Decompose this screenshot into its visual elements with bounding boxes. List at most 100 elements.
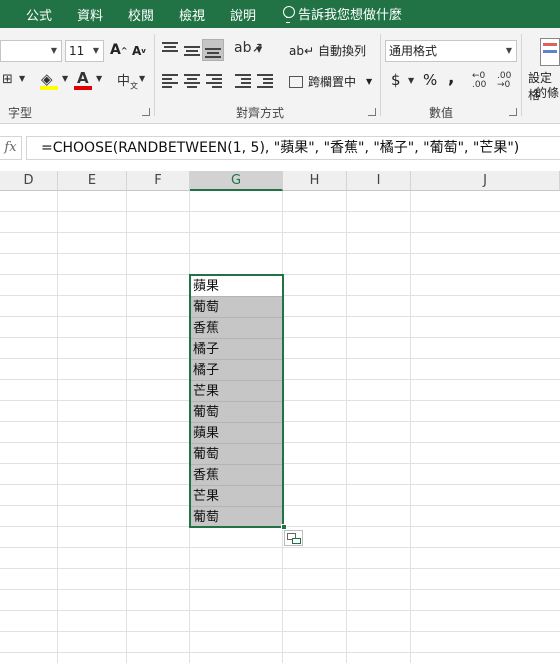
gridline: [0, 547, 560, 548]
gridline: [346, 191, 347, 663]
decrease-font-icon[interactable]: Av: [132, 44, 146, 58]
column-header-f[interactable]: F: [127, 171, 190, 191]
column-header-h[interactable]: H: [283, 171, 347, 191]
lightbulb-icon: [282, 5, 295, 23]
alignment-dialog-launcher-icon[interactable]: [368, 108, 376, 116]
middle-align-icon[interactable]: [184, 44, 200, 58]
increase-decimal-icon[interactable]: ←0.00: [472, 72, 486, 90]
formula-input[interactable]: =CHOOSE(RANDBETWEEN(1, 5), "蘋果", "香蕉", "…: [26, 136, 560, 160]
chevron-down-icon[interactable]: ▼: [408, 76, 414, 85]
column-header-i[interactable]: I: [347, 171, 411, 191]
font-size-dropdown[interactable]: 11 ▼: [65, 40, 104, 62]
ribbon-separator: [380, 34, 381, 116]
cell-g11[interactable]: 芒果: [190, 486, 282, 507]
decrease-decimal-icon[interactable]: .00 →0: [497, 72, 511, 90]
conditional-formatting-icon[interactable]: [540, 38, 560, 66]
cell-g9[interactable]: 葡萄: [190, 444, 282, 465]
number-group-label: 數值: [429, 106, 454, 120]
chevron-down-icon[interactable]: ▼: [96, 74, 102, 83]
align-right-icon[interactable]: [206, 74, 222, 88]
tab-view[interactable]: 檢視: [179, 5, 205, 24]
ribbon: ▼ 11 ▼ A^ Av ⊞ ▼ ◈ ▼ A ▼ 中文 ▼ 字型 ab↗ ▼: [0, 28, 560, 124]
gridline: [0, 274, 560, 275]
font-name-dropdown[interactable]: ▼: [0, 40, 62, 62]
gridline: [0, 568, 560, 569]
chevron-down-icon: ▼: [92, 46, 99, 55]
gridline: [0, 631, 560, 632]
tab-data[interactable]: 資料: [77, 5, 103, 24]
number-dialog-launcher-icon[interactable]: [509, 108, 517, 116]
decrease-indent-icon[interactable]: [235, 74, 251, 88]
percent-icon[interactable]: %: [423, 71, 437, 89]
formula-bar: fx =CHOOSE(RANDBETWEEN(1, 5), "蘋果", "香蕉"…: [0, 132, 560, 164]
merge-center-icon: [289, 75, 303, 88]
bottom-align-icon: [205, 44, 221, 58]
column-header-e[interactable]: E: [58, 171, 127, 191]
column-header-d[interactable]: D: [0, 171, 58, 191]
tell-me-label: 告訴我您想做什麼: [298, 8, 403, 23]
wrap-text-label: 自動換列: [318, 44, 367, 58]
merge-center-button[interactable]: 跨欄置中 ▼: [289, 73, 372, 90]
number-format-value: 通用格式: [389, 44, 438, 58]
font-group-label: 字型: [8, 106, 33, 120]
conditional-formatting-label-line2[interactable]: 的條: [535, 84, 559, 101]
top-align-icon[interactable]: [162, 42, 178, 56]
tab-formulas[interactable]: 公式: [26, 5, 52, 24]
align-center-icon[interactable]: [184, 74, 200, 88]
gridline: [282, 191, 283, 663]
font-color-icon[interactable]: A: [77, 69, 89, 87]
ribbon-separator: [154, 34, 155, 116]
cell-g12[interactable]: 葡萄: [190, 507, 282, 528]
align-left-icon[interactable]: [162, 74, 178, 88]
bottom-align-button[interactable]: [202, 39, 224, 61]
cell-g1[interactable]: 蘋果: [190, 276, 282, 297]
column-header-g[interactable]: G: [190, 171, 283, 191]
chevron-down-icon: ▼: [50, 46, 57, 55]
fill-color-swatch: [40, 86, 58, 90]
cell-g5[interactable]: 橘子: [190, 360, 282, 381]
cell-g6[interactable]: 芒果: [190, 381, 282, 402]
quick-analysis-button[interactable]: [284, 530, 303, 546]
chevron-down-icon[interactable]: ▼: [139, 74, 145, 83]
currency-icon[interactable]: $: [391, 71, 401, 89]
tab-help[interactable]: 說明: [230, 5, 256, 24]
gridline: [126, 191, 127, 663]
comma-style-icon[interactable]: ,: [448, 68, 454, 88]
ribbon-separator: [521, 34, 522, 116]
phonetic-guide-icon[interactable]: 中文: [117, 70, 138, 92]
number-format-dropdown[interactable]: 通用格式 ▼: [385, 40, 517, 62]
gridline: [0, 589, 560, 590]
chevron-down-icon[interactable]: ▼: [19, 74, 25, 83]
chevron-down-icon[interactable]: ▼: [256, 45, 262, 54]
insert-function-button[interactable]: fx: [0, 136, 22, 160]
gridline: [0, 610, 560, 611]
cell-g2[interactable]: 葡萄: [190, 297, 282, 318]
cell-g8[interactable]: 蘋果: [190, 423, 282, 444]
cell-g4[interactable]: 橘子: [190, 339, 282, 360]
tell-me-search[interactable]: 告訴我您想做什麼: [282, 4, 402, 23]
font-size-value: 11: [69, 44, 85, 58]
cell-g10[interactable]: 香蕉: [190, 465, 282, 486]
wrap-text-button[interactable]: ab↵ 自動換列: [289, 42, 366, 59]
gridline: [0, 652, 560, 653]
gridline: [410, 191, 411, 663]
font-dialog-launcher-icon[interactable]: [142, 108, 150, 116]
merge-center-label: 跨欄置中: [308, 75, 357, 89]
chevron-down-icon[interactable]: ▼: [62, 74, 68, 83]
increase-indent-icon[interactable]: [257, 74, 273, 88]
increase-font-icon[interactable]: A ^: [110, 42, 128, 58]
borders-icon[interactable]: ⊞: [2, 72, 13, 87]
alignment-group-label: 對齊方式: [236, 106, 285, 120]
column-header-j[interactable]: J: [411, 171, 560, 191]
font-color-swatch: [74, 86, 92, 90]
wrap-text-icon: ab↵: [289, 43, 315, 58]
cell-g3[interactable]: 香蕉: [190, 318, 282, 339]
tab-review[interactable]: 校閱: [128, 5, 154, 24]
gridline: [0, 253, 560, 254]
gridline: [0, 232, 560, 233]
chevron-down-icon: ▼: [366, 77, 373, 86]
chevron-down-icon: ▼: [505, 46, 512, 55]
cell-g7[interactable]: 葡萄: [190, 402, 282, 423]
ribbon-tab-bar: 公式 資料 校閱 檢視 說明 告訴我您想做什麼: [0, 0, 560, 28]
gridline: [57, 191, 58, 663]
